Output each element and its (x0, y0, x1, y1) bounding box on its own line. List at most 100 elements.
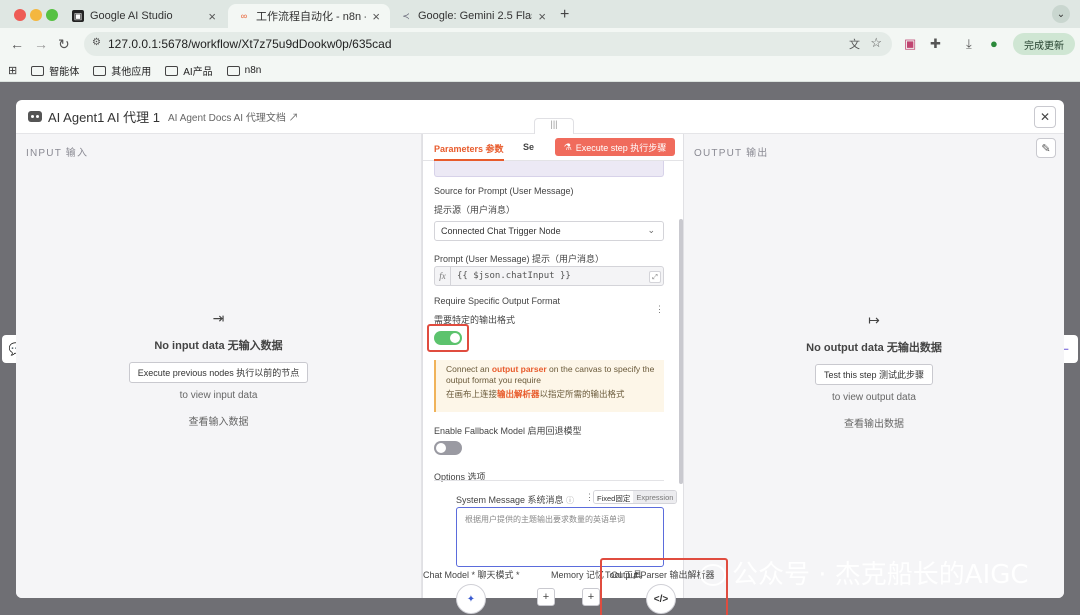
close-window-button[interactable] (14, 9, 26, 21)
fixed-option[interactable]: Fixed固定 (594, 491, 634, 503)
browser-tab-n8n[interactable]: ∞ 工作流程自动化 - n8n --- ▶ ba × (228, 4, 390, 28)
prompt-label: Prompt (User Message) 提示（用户消息） (434, 254, 605, 264)
fx-icon: fx (435, 267, 451, 285)
no-output-heading: No output data 无输出数据 (806, 342, 942, 354)
test-step-button[interactable]: Test this step 测试此步骤 (814, 364, 934, 385)
arrow-into-icon: ⇥ (212, 310, 225, 326)
close-tab-icon[interactable]: × (372, 9, 380, 24)
browser-toolbar: ← → ↻ 127.0.0.1:5678/workflow/Xt7z75u9dD… (0, 28, 1080, 60)
fixed-expression-toggle[interactable]: Fixed固定 Expression (593, 490, 678, 504)
memory-label: Memory 记忆 (551, 570, 605, 580)
output-pane: OUTPUT 输出 ✎ ↦ No output data 无输出数据 Test … (684, 134, 1064, 598)
prompt-source-select[interactable]: Connected Chat Trigger Node ⌄ (434, 221, 664, 241)
edit-pencil-icon[interactable]: ✎ (1036, 138, 1056, 158)
chat-model-label: Chat Model * 聊天模式 * (423, 570, 520, 580)
extension-icon[interactable]: ▣ (904, 36, 916, 52)
bookmark-star-icon[interactable]: ☆ (870, 35, 882, 51)
browser-tab-ai-studio[interactable]: ▣ Google AI Studio × (62, 4, 226, 28)
bookmark-folder[interactable]: n8n (226, 65, 261, 76)
apps-grid-icon[interactable]: ⊞ (8, 64, 17, 77)
panel-tabs: Parameters 参数 Se ⚗ Execute step 执行步骤 (423, 134, 683, 161)
bookmark-folder[interactable]: 智能体 (31, 63, 79, 78)
input-pane: INPUT 输入 ⇥ No input data 无输入数据 Execute p… (16, 134, 422, 598)
new-tab-icon[interactable]: + (560, 6, 569, 24)
wechat-icon (700, 564, 726, 586)
add-memory-button[interactable]: + (537, 588, 555, 606)
ai-studio-icon: ▣ (72, 10, 84, 22)
fallback-toggle[interactable] (434, 441, 462, 455)
minimize-window-button[interactable] (30, 9, 42, 21)
flask-icon: ⚗ (563, 141, 572, 152)
finish-update-button[interactable]: 完成更新 (1013, 33, 1075, 55)
translate-icon[interactable]: 文 (849, 36, 860, 52)
url-text: 127.0.0.1:5678/workflow/Xt7z75u9dDookw0p… (108, 37, 392, 51)
address-bar[interactable]: 127.0.0.1:5678/workflow/Xt7z75u9dDookw0p… (84, 32, 892, 56)
close-modal-button[interactable]: ✕ (1034, 106, 1056, 128)
browser-tab-gemini[interactable]: ≺ Google: Gemini 2.5 Flash Ima × (390, 4, 556, 28)
profile-avatar[interactable]: ● (990, 36, 998, 51)
close-tab-icon[interactable]: × (538, 9, 546, 24)
drag-handle-icon[interactable]: ||| (534, 118, 574, 134)
bookmark-folder[interactable]: 其他应用 (93, 63, 151, 78)
more-options-icon[interactable]: ⋮ (655, 304, 664, 315)
execute-previous-nodes-button[interactable]: Execute previous nodes 执行以前的节点 (128, 362, 309, 383)
output-pane-title: OUTPUT 输出 (694, 148, 769, 159)
arrow-right-icon: ↦ (868, 312, 880, 328)
bookmark-folder[interactable]: AI产品 (165, 63, 213, 78)
require-format-label: Require Specific Output Format (434, 296, 561, 306)
chat-model-node[interactable]: ✦ (456, 584, 486, 614)
source-label: Source for Prompt (User Message) (434, 186, 574, 196)
expression-option[interactable]: Expression (633, 491, 677, 503)
folder-icon (165, 65, 179, 76)
tab-settings[interactable]: Se (523, 142, 534, 152)
fallback-label: Enable Fallback Model 启用回退模型 (434, 426, 582, 436)
prompt-notice-box (434, 161, 664, 177)
tab-search-chevron-icon[interactable]: ⌄ (1052, 5, 1070, 23)
folder-icon (226, 65, 240, 76)
node-title[interactable]: AI Agent1 AI 代理 1 (48, 107, 160, 126)
site-info-icon[interactable]: ⚙ (92, 37, 101, 48)
help-icon: ⓘ (566, 496, 575, 505)
panel-scrollbar[interactable] (679, 219, 683, 484)
add-tool-button[interactable]: + (582, 588, 600, 606)
folder-icon (31, 65, 45, 76)
system-message-label: System Message 系统消息 ⓘ (456, 495, 575, 505)
folder-icon (93, 65, 107, 76)
bookmarks-bar: ⊞ 智能体 其他应用 AI产品 n8n (0, 60, 1080, 82)
puzzle-icon[interactable]: ✚ (930, 36, 941, 52)
input-sub-text-cn: 查看输入数据 (188, 417, 249, 428)
watermark: 公众号 · 杰克船长的AIGC (700, 554, 1029, 591)
require-format-toggle[interactable] (434, 331, 462, 345)
output-parser-link[interactable]: output parser (492, 364, 547, 374)
chevron-down-icon: ⌄ (647, 225, 655, 235)
robot-icon (28, 111, 42, 122)
input-empty-state: ⇥ No input data 无输入数据 Execute previous n… (16, 310, 421, 428)
output-sub-text: to view output data (832, 392, 916, 403)
forward-arrow-icon[interactable]: → (34, 36, 48, 52)
prompt-expression-input[interactable]: fx {{ $json.chatInput }} ⤢ (434, 266, 664, 286)
options-divider (434, 480, 664, 481)
input-pane-title: INPUT 输入 (26, 148, 89, 159)
output-empty-state: ↦ No output data 无输出数据 Test this step 测试… (684, 312, 1064, 430)
expand-icon[interactable]: ⤢ (649, 271, 661, 283)
options-label: Options 选项 (434, 472, 486, 482)
external-link-icon: ↗ (288, 113, 299, 124)
n8n-icon: ∞ (240, 11, 248, 21)
execute-step-button[interactable]: ⚗ Execute step 执行步骤 (555, 138, 675, 156)
gemini-icon: ≺ (402, 10, 410, 21)
node-modal: AI Agent1 AI 代理 1 AI Agent Docs AI 代理文档 … (16, 100, 1064, 598)
tab-parameters[interactable]: Parameters 参数 (434, 142, 504, 161)
input-sub-text: to view input data (179, 390, 258, 401)
reload-icon[interactable]: ↻ (58, 36, 70, 53)
browser-tab-strip: ▣ Google AI Studio × ∞ 工作流程自动化 - n8n ---… (0, 0, 1080, 28)
output-sub-text-cn: 查看输出数据 (844, 419, 904, 430)
output-parser-notice: Connect an output parser on the canvas t… (434, 360, 664, 412)
download-icon[interactable]: ⤓ (966, 36, 972, 52)
docs-link[interactable]: AI Agent Docs AI 代理文档 ↗ (168, 109, 299, 124)
maximize-window-button[interactable] (46, 9, 58, 21)
close-tab-icon[interactable]: × (208, 9, 216, 24)
toggle-knob (450, 333, 460, 343)
back-arrow-icon[interactable]: ← (10, 36, 24, 52)
no-input-heading: No input data 无输入数据 (154, 340, 283, 352)
source-label-cn: 提示源（用户消息） (434, 205, 516, 215)
